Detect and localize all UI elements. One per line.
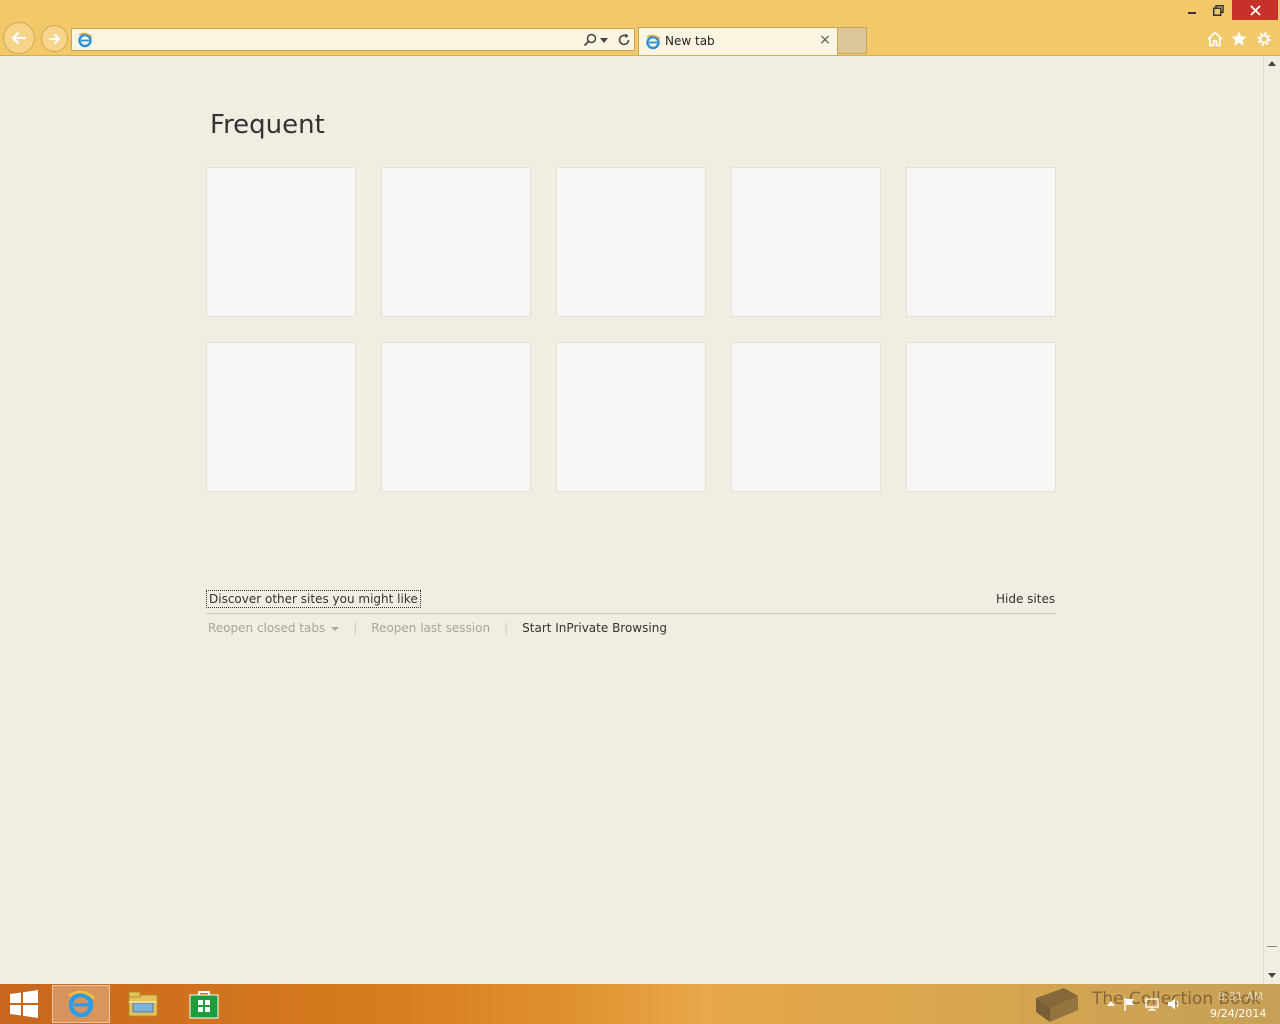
frequent-site-tile[interactable]: [906, 342, 1056, 492]
minimize-icon: [1188, 12, 1196, 14]
scroll-down-icon[interactable]: [1268, 973, 1276, 978]
frequent-site-tile[interactable]: [556, 342, 706, 492]
show-hidden-icons-icon[interactable]: [1106, 996, 1116, 1012]
store-icon: [189, 991, 219, 1019]
forward-arrow-icon: [48, 33, 60, 44]
close-button[interactable]: [1232, 0, 1278, 20]
favorites-icon[interactable]: [1230, 30, 1248, 48]
new-tab-button[interactable]: [838, 27, 867, 54]
frequent-site-tile[interactable]: [381, 167, 531, 317]
tab-title: New tab: [665, 34, 715, 48]
hide-sites-link[interactable]: Hide sites: [996, 592, 1055, 606]
close-icon: [1249, 4, 1261, 16]
forward-button[interactable]: [41, 25, 68, 52]
home-icon[interactable]: [1206, 30, 1224, 48]
ie-logo-icon: [78, 32, 93, 48]
scroll-up-icon[interactable]: [1268, 61, 1276, 66]
windows-start-icon[interactable]: [8, 990, 40, 1018]
frequent-site-tile[interactable]: [731, 167, 881, 317]
frequent-site-tile[interactable]: [206, 167, 356, 317]
scroll-thumb[interactable]: [1267, 72, 1277, 947]
start-inprivate-link[interactable]: Start InPrivate Browsing: [522, 621, 667, 635]
network-icon[interactable]: [1144, 996, 1160, 1012]
clock-time[interactable]: 8:31 AM: [1218, 990, 1263, 1003]
address-bar[interactable]: [71, 28, 635, 51]
flag-icon[interactable]: [1122, 996, 1138, 1012]
new-tab-page: Frequent Discover other sites you might …: [0, 56, 1263, 984]
clock-date[interactable]: 9/24/2014: [1210, 1007, 1266, 1020]
taskbar-internet-explorer[interactable]: [52, 985, 110, 1023]
volume-icon[interactable]: [1166, 996, 1182, 1012]
system-tray: [1106, 996, 1182, 1012]
gear-icon[interactable]: [1255, 30, 1273, 48]
restore-icon: [1212, 4, 1224, 16]
separator: |: [353, 621, 358, 635]
book-watermark-icon: [1036, 988, 1078, 1022]
reopen-closed-tabs-label: Reopen closed tabs: [208, 621, 326, 635]
discover-sites-link[interactable]: Discover other sites you might like: [206, 590, 421, 608]
search-icon[interactable]: [582, 32, 598, 48]
vertical-scrollbar[interactable]: [1263, 56, 1280, 984]
restore-button[interactable]: [1206, 0, 1230, 20]
divider: [206, 613, 1056, 614]
chevron-down-icon: [331, 626, 340, 631]
frequent-site-tile[interactable]: [556, 167, 706, 317]
ie-logo-icon: [68, 990, 95, 1018]
folder-icon: [128, 991, 158, 1017]
taskbar-file-explorer[interactable]: [114, 985, 172, 1023]
page-title: Frequent: [210, 110, 325, 140]
back-arrow-icon: [11, 31, 27, 45]
frequent-site-tile[interactable]: [906, 167, 1056, 317]
frequent-site-tile[interactable]: [731, 342, 881, 492]
ie-logo-icon: [646, 34, 661, 50]
reopen-closed-tabs-link[interactable]: Reopen closed tabs: [208, 621, 340, 635]
taskbar-store[interactable]: [175, 985, 233, 1023]
chevron-down-icon[interactable]: [600, 36, 608, 44]
address-input[interactable]: [96, 30, 576, 49]
refresh-icon[interactable]: [616, 32, 632, 48]
back-button[interactable]: [3, 22, 35, 54]
minimize-button[interactable]: [1180, 0, 1204, 20]
frequent-site-tile[interactable]: [381, 342, 531, 492]
new-tab-footer-links: Reopen closed tabs | Reopen last session…: [208, 621, 667, 635]
frequent-site-tile[interactable]: [206, 342, 356, 492]
tab-close-icon[interactable]: ×: [817, 32, 833, 48]
reopen-last-session-link[interactable]: Reopen last session: [371, 621, 490, 635]
taskbar: The Collection Book 8:31 AM 9/24/2014: [0, 984, 1280, 1024]
tab-new-tab[interactable]: New tab ×: [638, 27, 838, 55]
separator: |: [504, 621, 509, 635]
browser-toolbar: New tab ×: [0, 0, 1280, 56]
